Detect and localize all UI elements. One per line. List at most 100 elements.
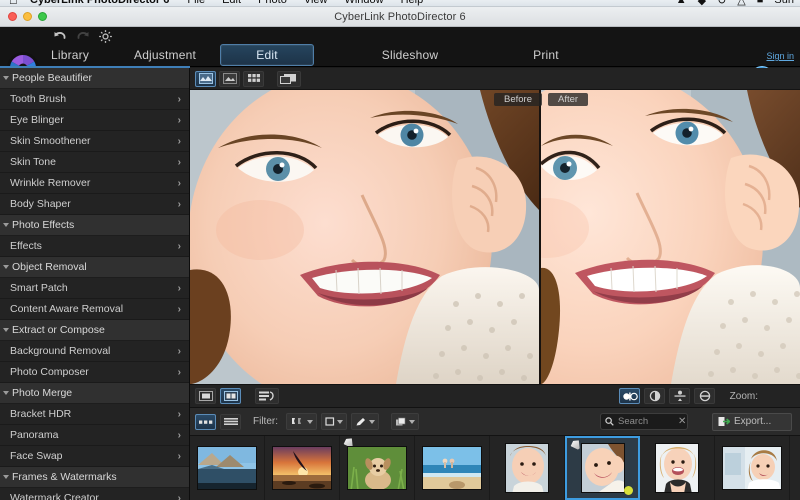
side-by-side-view-icon[interactable]	[277, 71, 301, 87]
sidebar-item-watermark-creator[interactable]: Watermark Creator ›	[0, 488, 189, 500]
sidebar-group-object-removal[interactable]: Object Removal	[0, 257, 189, 278]
main-tabs: Library Adjustment Edit Slideshow Print	[30, 44, 586, 66]
sidebar-group-extract-or-compose[interactable]: Extract or Compose	[0, 320, 189, 341]
sidebar-item-label: Smart Patch	[10, 282, 68, 294]
compare-mode-group	[619, 388, 715, 404]
split-pane-icon[interactable]	[220, 388, 241, 404]
status-badge	[624, 486, 633, 495]
sidebar-item-smart-patch[interactable]: Smart Patch ›	[0, 278, 189, 299]
thumbnail-cell[interactable]	[340, 436, 415, 500]
menu-edit[interactable]: Edit	[222, 0, 241, 6]
sidebar-item-effects[interactable]: Effects ›	[0, 236, 189, 257]
sidebar-item-panorama[interactable]: Panorama ›	[0, 425, 189, 446]
edited-marker-icon[interactable]	[351, 413, 379, 430]
sidebar-group-photo-effects[interactable]: Photo Effects	[0, 215, 189, 236]
fit-list-icon[interactable]	[255, 388, 279, 404]
export-arrow-icon	[718, 416, 730, 427]
sidebar-group-label: Object Removal	[12, 261, 87, 273]
sidebar-item-body-shaper[interactable]: Body Shaper ›	[0, 194, 189, 215]
wifi-icon[interactable]: △	[737, 0, 745, 7]
export-label: Export...	[734, 416, 771, 427]
chevron-down-icon	[369, 420, 375, 424]
tab-library[interactable]: Library	[30, 45, 110, 65]
single-photo-view-icon[interactable]	[219, 71, 240, 87]
menu-help[interactable]: Help	[401, 0, 424, 6]
sidebar-item-label: Bracket HDR	[10, 408, 71, 420]
thumbnail-cell[interactable]	[565, 436, 640, 500]
copy-stack-icon[interactable]	[391, 413, 419, 430]
thumbnail-cell[interactable]	[265, 436, 340, 500]
sidebar-item-label: Eye Blinger	[10, 114, 64, 126]
sidebar-group-label: Photo Merge	[12, 387, 72, 399]
search-box[interactable]: ✕	[600, 413, 688, 430]
overlay-icon[interactable]	[694, 388, 715, 404]
photo-canvas[interactable]: Before After	[190, 90, 800, 384]
redo-icon[interactable]	[75, 29, 91, 45]
split-horizontal-icon[interactable]	[669, 388, 690, 404]
sidebar-item-skin-smoothener[interactable]: Skin Smoothener ›	[0, 131, 189, 152]
chevron-right-icon: ›	[178, 304, 181, 315]
sidebar-item-label: Body Shaper	[10, 198, 71, 210]
edit-tools-sidebar[interactable]: People Beautifier Tooth Brush › Eye Blin…	[0, 68, 190, 500]
sidebar-item-background-removal[interactable]: Background Removal ›	[0, 341, 189, 362]
sidebar-item-wrinkle-remover[interactable]: Wrinkle Remover ›	[0, 173, 189, 194]
color-label-icon[interactable]	[321, 413, 347, 430]
menu-window[interactable]: Window	[344, 0, 383, 6]
before-after-split-icon[interactable]	[619, 388, 640, 404]
sidebar-item-content-aware-removal[interactable]: Content Aware Removal ›	[0, 299, 189, 320]
sidebar-item-label: Photo Composer	[10, 366, 89, 378]
gear-icon[interactable]	[98, 29, 114, 45]
sunset-over-water	[272, 446, 332, 490]
sidebar-group-people-beautifier[interactable]: People Beautifier	[0, 68, 189, 89]
thumbnail-cell[interactable]	[415, 436, 490, 500]
sidebar-item-label: Panorama	[10, 429, 58, 441]
sidebar-item-photo-composer[interactable]: Photo Composer ›	[0, 362, 189, 383]
smiling-woman-portrait-a	[505, 443, 549, 493]
tab-slideshow[interactable]: Slideshow	[370, 45, 450, 65]
sync-icon[interactable]: ↻	[717, 0, 726, 7]
thumbnail-cell[interactable]	[640, 436, 715, 500]
thumbnail-strip-icon[interactable]	[195, 414, 216, 430]
compare-split-view-icon[interactable]	[195, 71, 216, 87]
sidebar-item-tooth-brush[interactable]: Tooth Brush ›	[0, 89, 189, 110]
before-pane[interactable]	[190, 90, 539, 384]
apple-logo-icon[interactable]: 	[9, 0, 18, 7]
chevron-right-icon: ›	[178, 199, 181, 210]
menu-view[interactable]: View	[304, 0, 328, 6]
sidebar-item-bracket-hdr[interactable]: Bracket HDR ›	[0, 404, 189, 425]
menu-file[interactable]: File	[187, 0, 205, 6]
thumbnail-cell[interactable]	[190, 436, 265, 500]
half-contrast-icon[interactable]	[644, 388, 665, 404]
chevron-right-icon: ›	[178, 367, 181, 378]
sidebar-group-photo-merge[interactable]: Photo Merge	[0, 383, 189, 404]
menubar-clock[interactable]: Sun	[774, 0, 794, 6]
thumbnail-filmstrip[interactable]	[190, 436, 800, 500]
sidebar-item-face-swap[interactable]: Face Swap ›	[0, 446, 189, 467]
tab-print[interactable]: Print	[506, 45, 586, 65]
grid-view-icon[interactable]	[243, 71, 264, 87]
export-button[interactable]: Export...	[712, 413, 792, 431]
menubar-app-name[interactable]: CyberLink PhotoDirector 6	[30, 0, 169, 6]
sign-in-link[interactable]: Sign in	[766, 51, 794, 61]
bluetooth-icon[interactable]: ◆	[698, 0, 706, 7]
search-input[interactable]	[618, 416, 674, 427]
chevron-right-icon: ›	[178, 346, 181, 357]
battery-icon[interactable]: ■	[757, 0, 764, 6]
tab-edit[interactable]: Edit	[220, 44, 314, 66]
rating-flags-icon[interactable]	[286, 413, 317, 430]
single-pane-icon[interactable]	[195, 388, 216, 404]
undo-icon[interactable]	[52, 29, 68, 45]
close-icon[interactable]: ✕	[678, 416, 686, 427]
after-pane[interactable]	[541, 90, 800, 384]
sidebar-group-frames-watermarks[interactable]: Frames & Watermarks	[0, 467, 189, 488]
dropbox-icon[interactable]: ▲	[676, 0, 687, 6]
thumbnail-cell[interactable]	[715, 436, 790, 500]
sidebar-item-eye-blinger[interactable]: Eye Blinger ›	[0, 110, 189, 131]
list-view-icon[interactable]	[220, 414, 241, 430]
sidebar-item-label: Content Aware Removal	[10, 303, 123, 315]
chevron-right-icon: ›	[178, 493, 181, 500]
menu-photo[interactable]: Photo	[258, 0, 287, 6]
tab-adjustment[interactable]: Adjustment	[110, 45, 220, 65]
sidebar-item-skin-tone[interactable]: Skin Tone ›	[0, 152, 189, 173]
thumbnail-cell[interactable]	[490, 436, 565, 500]
